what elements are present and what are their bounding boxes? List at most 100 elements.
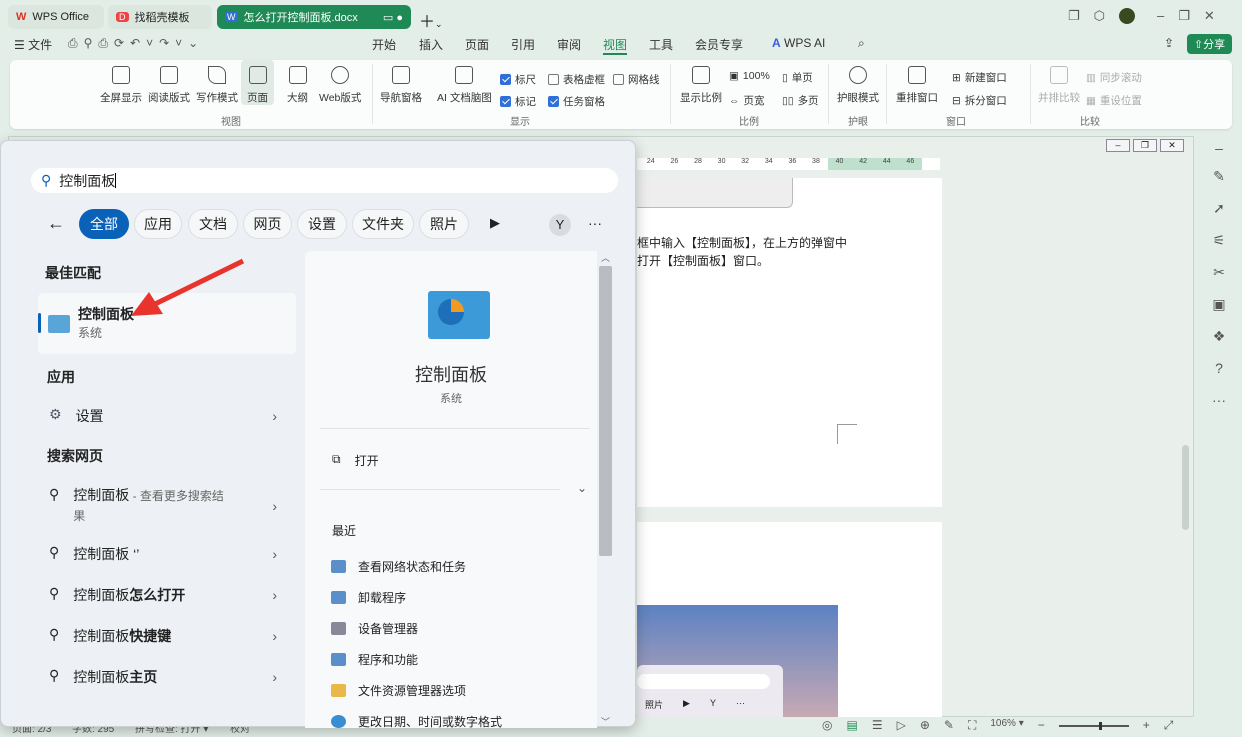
zoom-in-button[interactable]: + [1143, 718, 1150, 733]
window-layout-icon[interactable]: ❐ [1068, 8, 1080, 24]
eye-protection-button[interactable]: 护眼模式 [837, 60, 879, 105]
gridlines-checkbox[interactable]: 网格线 [613, 72, 660, 87]
page-view-icon[interactable]: ▤ [846, 718, 857, 733]
play-icon[interactable]: ▷ [897, 718, 906, 733]
tab-wps-office[interactable]: WWPS Office [8, 5, 104, 29]
more-options-button[interactable]: ··· [588, 215, 602, 231]
doc-close-button[interactable]: ✕ [1160, 139, 1184, 152]
quick-access-toolbar[interactable]: ⎙⚲⎙⟳↶˅↷˅⌄ [68, 36, 204, 51]
search-icon[interactable]: ⌕ [858, 36, 865, 51]
pen-icon[interactable]: ✎ [944, 718, 954, 733]
multi-page-button[interactable]: ▯▯多页 [782, 93, 819, 108]
doc-restore-button[interactable]: ❐ [1133, 139, 1157, 152]
eye-icon[interactable]: ◎ [822, 718, 832, 733]
menu-tools[interactable]: 工具 [649, 36, 673, 53]
vertical-scrollbar[interactable] [1182, 160, 1189, 710]
avatar[interactable] [1119, 8, 1135, 24]
file-menu[interactable]: ☰ 文件 [14, 36, 52, 53]
cursor-icon[interactable]: ➚ [1211, 200, 1227, 216]
document-page-1[interactable]: 框中输入【控制面板】，在上方的弹窗中打开【控制面板】窗口。 [637, 178, 942, 507]
page-view-button[interactable]: 页面 [241, 60, 274, 105]
close-button[interactable]: ✕ [1204, 8, 1215, 24]
recent-item[interactable]: 设备管理器 [331, 620, 418, 637]
web-result[interactable]: ⚲控制面板 - 查看更多搜索结果› [49, 486, 289, 526]
open-action[interactable]: ⧉打开 [332, 452, 379, 469]
tab-templates[interactable]: D找稻壳模板 [108, 5, 212, 29]
new-window-button[interactable]: ⊞新建窗口 [952, 70, 1007, 85]
puzzle-icon[interactable]: ❖ [1211, 328, 1227, 344]
fullscreen-button[interactable]: 全屏显示 [100, 60, 142, 105]
web-result[interactable]: ⚲控制面板快捷键› [49, 626, 289, 646]
filter-folders[interactable]: 文件夹 [352, 209, 414, 239]
minimize-button[interactable]: – [1157, 8, 1164, 24]
outline-icon[interactable]: ☰ [872, 718, 883, 733]
new-tab-button[interactable]: ＋⌄ [419, 8, 443, 32]
recent-item[interactable]: 查看网络状态和任务 [331, 558, 466, 575]
collapse-icon[interactable]: – [1211, 140, 1227, 156]
split-window-button[interactable]: ⊟拆分窗口 [952, 93, 1007, 108]
rearrange-window-button[interactable]: 重排窗口 [896, 60, 938, 105]
zoom-slider[interactable] [1059, 725, 1129, 727]
recent-item[interactable]: 卸载程序 [331, 589, 406, 606]
zoom-100-button[interactable]: ▣100% [729, 70, 770, 82]
menu-member[interactable]: 会员专享 [695, 36, 743, 53]
back-button[interactable]: ← [47, 213, 65, 234]
more-filters-play-icon[interactable]: ▶ [490, 215, 500, 231]
app-result-settings[interactable]: ⚙设置› [49, 406, 289, 426]
side-by-side-button[interactable]: 并排比较 [1038, 60, 1080, 105]
restore-button[interactable]: ❐ [1178, 8, 1190, 24]
menu-wps-ai[interactable]: A WPS AI [772, 36, 825, 50]
tools-icon[interactable]: ✂ [1211, 264, 1227, 280]
fit-icon[interactable]: ⛶ [968, 718, 976, 733]
menu-home[interactable]: 开始 [372, 36, 396, 53]
outline-button[interactable]: 大纲 [287, 60, 308, 105]
help-icon[interactable]: ? [1211, 360, 1227, 376]
doc-minimize-button[interactable]: – [1106, 139, 1130, 152]
expand-icon[interactable]: ⤢ [1164, 718, 1174, 733]
reading-mode-button[interactable]: 阅读版式 [148, 60, 190, 105]
writing-mode-button[interactable]: 写作模式 [196, 60, 238, 105]
sliders-icon[interactable]: ⚟ [1211, 232, 1227, 248]
user-avatar[interactable]: Y [549, 214, 571, 236]
search-input[interactable]: ⚲控制面板 [31, 168, 618, 193]
page-width-button[interactable]: ⇔页宽 [729, 93, 765, 108]
tab-document[interactable]: W怎么打开控制面板.docx▭ ● [217, 5, 411, 29]
web-result[interactable]: ⚲控制面板 ‘’› [49, 544, 289, 564]
cloud-upload-icon[interactable]: ⇪ [1164, 36, 1174, 50]
detail-scrollbar[interactable]: ︿﹀ [598, 251, 613, 728]
filter-photos[interactable]: 照片 [419, 209, 469, 239]
document-page-2[interactable]: 照片▶Y··· [637, 522, 942, 717]
zoom-out-button[interactable]: − [1038, 718, 1045, 733]
ai-mindmap-button[interactable]: AI 文档脑图 [437, 60, 492, 105]
cube-icon[interactable]: ⬡ [1094, 8, 1105, 24]
nav-pane-button[interactable]: 导航窗格 [380, 60, 422, 105]
web-result[interactable]: ⚲控制面板主页› [49, 667, 289, 687]
web-result[interactable]: ⚲控制面板怎么打开› [49, 585, 289, 605]
ruler-checkbox[interactable]: 标尺 [500, 72, 536, 87]
recent-item[interactable]: 更改日期、时间或数字格式 [331, 713, 502, 730]
filter-all[interactable]: 全部 [79, 209, 129, 239]
globe-icon[interactable]: ⊕ [920, 718, 930, 733]
task-pane-checkbox[interactable]: 任务窗格 [548, 94, 605, 109]
reset-position-button[interactable]: ▦重设位置 [1086, 93, 1142, 108]
table-gridlines-checkbox[interactable]: 表格虚框 [548, 72, 605, 87]
menu-review[interactable]: 审阅 [557, 36, 581, 53]
menu-reference[interactable]: 引用 [511, 36, 535, 53]
expand-chevron-icon[interactable]: ⌄ [577, 481, 587, 495]
image-icon[interactable]: ▣ [1211, 296, 1227, 312]
web-layout-button[interactable]: Web版式 [319, 60, 361, 105]
marks-checkbox[interactable]: 标记 [500, 94, 536, 109]
filter-settings[interactable]: 设置 [297, 209, 347, 239]
single-page-button[interactable]: ▯单页 [782, 70, 813, 85]
filter-documents[interactable]: 文档 [188, 209, 238, 239]
zoom-button[interactable]: 显示比例 [680, 60, 722, 105]
sync-scroll-button[interactable]: ▥同步滚动 [1086, 70, 1142, 85]
horizontal-ruler[interactable]: 242628303234363840424446 [637, 158, 940, 170]
menu-view[interactable]: 视图 [603, 36, 627, 55]
pen-icon[interactable]: ✎ [1211, 168, 1227, 184]
filter-apps[interactable]: 应用 [134, 209, 182, 239]
more-icon[interactable]: ··· [1211, 392, 1227, 408]
filter-web[interactable]: 网页 [243, 209, 292, 239]
recent-item[interactable]: 程序和功能 [331, 651, 418, 668]
recent-item[interactable]: 文件资源管理器选项 [331, 682, 466, 699]
